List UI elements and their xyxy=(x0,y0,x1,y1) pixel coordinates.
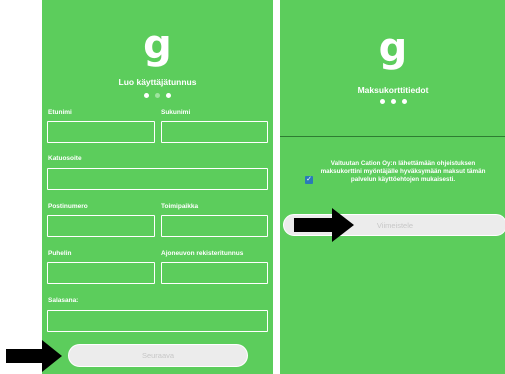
right-arrow-icon xyxy=(294,208,354,242)
street-label: Katuosoite xyxy=(48,155,82,162)
card-details-input[interactable] xyxy=(280,121,505,137)
step-dot xyxy=(155,93,160,98)
city-label: Toimipaikka xyxy=(161,203,199,210)
phone-field[interactable] xyxy=(47,262,155,284)
page-title: Luo käyttäjätunnus xyxy=(118,77,197,87)
app-logo: g xyxy=(143,22,172,68)
city-field[interactable] xyxy=(161,215,268,237)
step-indicator xyxy=(42,93,273,98)
first-name-label: Etunimi xyxy=(48,109,72,116)
step-dot xyxy=(379,99,385,104)
step-indicator xyxy=(280,99,505,104)
password-field[interactable] xyxy=(47,310,268,332)
street-field[interactable] xyxy=(47,168,268,190)
step-dot xyxy=(166,93,171,98)
password-label: Salasana: xyxy=(48,297,79,304)
consent-checkbox[interactable]: ✓ xyxy=(305,176,313,184)
plate-field[interactable] xyxy=(161,262,268,284)
last-name-label: Sukunimi xyxy=(161,109,191,116)
app-logo: g xyxy=(378,25,408,71)
next-button[interactable]: Seuraava xyxy=(68,344,248,367)
postal-code-field[interactable] xyxy=(47,215,155,237)
step-dot xyxy=(390,99,396,104)
signup-screen: g Luo käyttäjätunnus Etunimi Sukunimi Ka… xyxy=(42,0,273,374)
page-title: Maksukorttitiedot xyxy=(357,85,429,95)
postal-code-label: Postinumero xyxy=(48,203,88,210)
first-name-field[interactable] xyxy=(47,121,155,143)
right-arrow-icon xyxy=(6,340,62,372)
plate-label: Ajoneuvon rekisteritunnus xyxy=(161,250,244,257)
payment-card-screen: g Maksukorttitiedot ✓ Valtuutan Cation O… xyxy=(280,0,505,374)
last-name-field[interactable] xyxy=(161,121,268,143)
checkmark-icon: ✓ xyxy=(306,176,312,183)
step-dot-active xyxy=(144,93,149,98)
phone-label: Puhelin xyxy=(48,250,72,257)
consent-text: Valtuutan Cation Oy:n lähettämään ohjeis… xyxy=(320,160,486,183)
step-dot-active xyxy=(401,99,407,104)
